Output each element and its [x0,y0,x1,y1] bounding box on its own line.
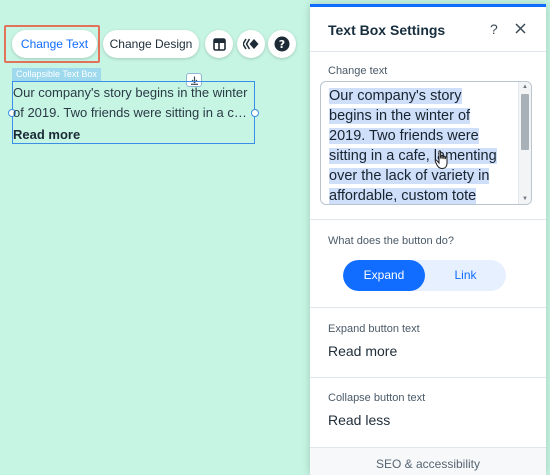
pointer-hand-icon [434,150,448,170]
svg-text:?: ? [279,38,285,51]
expand-button-text-label: Expand button text [328,323,420,335]
button-action-toggle[interactable]: Expand Link [343,260,506,291]
change-design-button[interactable]: Change Design [103,30,199,58]
animation-icon [243,38,259,50]
panel-header: Text Box Settings ? [310,7,546,52]
animation-button[interactable] [237,30,265,58]
change-text-textarea[interactable]: Our company's story begins in the winter… [320,81,532,205]
close-icon[interactable] [515,23,526,34]
scroll-thumb[interactable] [521,94,529,150]
textarea-content: Our company's story begins in the winter… [329,86,515,204]
help-button[interactable]: ? [268,30,296,58]
expand-button-text-value[interactable]: Read more [328,343,397,359]
button-action-question: What does the button do? [328,235,454,247]
scroll-down-arrow-icon[interactable]: ▼ [522,196,528,202]
section-divider [310,307,546,308]
element-name-tag: Collapsible Text Box [12,68,101,81]
preview-line-1: Our company's story begins in the winter [13,85,248,100]
change-text-button[interactable]: Change Text [12,30,97,58]
toggle-expand[interactable]: Expand [343,260,425,291]
change-text-label: Change text [328,65,388,77]
panel-help-icon[interactable]: ? [490,21,498,37]
toggle-link[interactable]: Link [425,260,506,291]
layout-icon [212,37,226,51]
textarea-line: sitting in a cafe, lamenting [329,148,497,164]
collapse-button-text-value[interactable]: Read less [328,412,390,428]
textarea-line: begins in the winter of [329,108,471,124]
textarea-line: over the lack of variety in [329,168,490,184]
read-more-link[interactable]: Read more [13,127,80,142]
preview-line-2: of 2019. Two friends were sitting in a c… [13,105,254,120]
textarea-line: 2019. Two friends were [329,128,479,144]
panel-title: Text Box Settings [328,22,446,38]
section-divider [310,219,546,220]
textarea-line: affordable, custom tote [329,188,477,204]
section-divider [310,447,546,448]
seo-accessibility-link[interactable]: SEO & accessibility [310,457,546,471]
layout-button[interactable] [205,30,233,58]
collapsible-text-preview: Our company's story begins in the winter… [13,83,254,123]
text-box-settings-panel: Text Box Settings ? Change text Our comp… [310,4,546,475]
help-icon: ? [274,36,290,52]
section-divider [310,377,546,378]
scroll-up-arrow-icon[interactable]: ▲ [522,84,528,90]
collapsible-text-box[interactable]: Our company's story begins in the winter… [8,81,259,144]
textarea-scrollbar[interactable]: ▲ ▼ [518,82,531,204]
collapse-button-text-label: Collapse button text [328,392,426,404]
textarea-line: Our company's story [329,88,462,104]
